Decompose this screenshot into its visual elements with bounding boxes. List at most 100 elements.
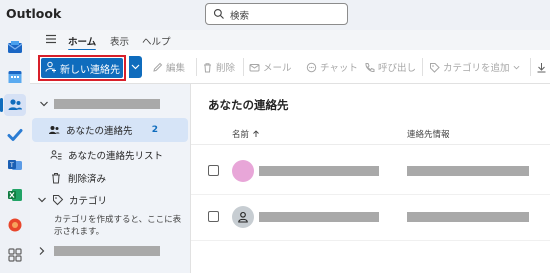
sort-ascending-icon	[253, 130, 259, 137]
rail-office-button[interactable]	[4, 214, 26, 236]
row-checkbox[interactable]	[208, 165, 219, 176]
folder-label: あなたの連絡先リスト	[68, 151, 164, 162]
delete-button[interactable]: 削除	[202, 60, 235, 74]
calendar-app-icon	[8, 71, 22, 83]
table-row[interactable]	[191, 195, 550, 241]
toolbar-separator	[196, 58, 197, 76]
excel-app-icon	[8, 189, 22, 201]
rail-excel-button[interactable]	[4, 184, 26, 206]
folder-label: あなたの連絡先	[66, 126, 133, 137]
contact-list-icon	[50, 150, 62, 160]
rail-people-button[interactable]	[4, 94, 26, 116]
person-icon	[238, 211, 248, 223]
toolbar-separator	[530, 58, 531, 76]
row-checkbox[interactable]	[208, 211, 219, 222]
folder-pane: あなたの連絡先 2 あなたの連絡先リスト 削除済み カテゴリ カテゴリを作成する…	[30, 84, 191, 273]
app-rail: T	[0, 30, 30, 273]
contact-count-badge: 2	[151, 125, 158, 135]
tag-icon	[53, 195, 64, 206]
phone-icon	[365, 62, 375, 72]
categories-header[interactable]: カテゴリ	[30, 188, 191, 212]
new-contact-dropdown[interactable]	[129, 56, 142, 78]
edit-label: 編集	[166, 63, 186, 74]
folder-contact-lists[interactable]: あなたの連絡先リスト	[30, 143, 191, 167]
avatar	[232, 160, 254, 182]
rail-mail-button[interactable]	[4, 36, 26, 58]
avatar	[232, 206, 254, 228]
folder-your-contacts[interactable]: あなたの連絡先 2	[32, 118, 188, 142]
app-title: Outlook	[6, 6, 62, 21]
redacted-contact-info	[407, 212, 529, 222]
download-icon	[537, 62, 546, 72]
office-app-icon	[8, 218, 22, 232]
ribbon-tabs: ホーム 表示 ヘルプ	[30, 30, 550, 51]
toolbar-separator	[243, 58, 244, 76]
second-account-row[interactable]	[30, 239, 191, 263]
chevron-down-icon	[40, 101, 48, 107]
call-button[interactable]: 呼び出し	[364, 60, 416, 74]
folder-label: 削除済み	[68, 174, 107, 185]
column-header-name[interactable]: 名前	[232, 128, 260, 140]
chevron-down-icon	[513, 65, 519, 69]
categories-label: カテゴリ	[69, 196, 108, 207]
page-title: あなたの連絡先	[208, 98, 289, 112]
delete-label: 削除	[216, 63, 236, 74]
add-category-button[interactable]: カテゴリを追加	[429, 60, 523, 74]
table-row[interactable]	[191, 149, 550, 195]
contacts-list-pane: あなたの連絡先 名前 連絡先情報	[191, 84, 550, 273]
chat-icon	[306, 62, 317, 72]
account-row[interactable]	[30, 92, 191, 116]
todo-app-icon	[7, 129, 23, 141]
teams-app-icon: T	[8, 160, 22, 170]
svg-text:T: T	[9, 162, 14, 169]
rail-teams-button[interactable]: T	[4, 154, 26, 176]
toolbar-separator	[422, 58, 423, 76]
mail-button[interactable]: メール	[249, 60, 292, 74]
redacted-contact-name	[259, 166, 379, 176]
call-label: 呼び出し	[378, 63, 417, 74]
tag-icon	[430, 62, 440, 73]
tab-view[interactable]: 表示	[110, 34, 129, 48]
apps-grid-icon	[8, 248, 22, 262]
download-button[interactable]	[536, 60, 550, 74]
rail-active-indicator	[0, 98, 3, 112]
chevron-down-icon	[131, 64, 140, 70]
pencil-icon	[153, 62, 163, 72]
column-header-info[interactable]: 連絡先情報	[407, 128, 450, 140]
title-bar: Outlook 検索	[0, 0, 550, 30]
mail-label: メール	[263, 63, 292, 74]
chat-label: チャット	[320, 63, 358, 74]
redacted-account-name	[54, 99, 160, 109]
folder-deleted[interactable]: 削除済み	[30, 166, 191, 190]
header-divider	[191, 144, 550, 145]
contacts-icon	[49, 126, 60, 134]
rail-apps-button[interactable]	[4, 244, 26, 266]
column-info-label: 連絡先情報	[407, 130, 450, 140]
add-person-icon	[45, 61, 56, 73]
hamburger-menu-icon[interactable]	[45, 33, 57, 45]
chevron-down-icon	[38, 197, 46, 203]
redacted-account-name	[54, 246, 160, 256]
chat-button[interactable]: チャット	[306, 60, 358, 74]
column-name-label: 名前	[232, 130, 250, 140]
rail-todo-button[interactable]	[4, 124, 26, 146]
rail-calendar-button[interactable]	[4, 66, 26, 88]
new-contact-label: 新しい連絡先	[60, 65, 120, 76]
mail-icon	[249, 63, 260, 71]
people-app-icon	[8, 99, 22, 110]
mail-app-icon	[7, 41, 23, 53]
new-contact-button[interactable]: 新しい連絡先	[38, 55, 126, 81]
tab-help[interactable]: ヘルプ	[142, 34, 171, 48]
categories-hint: カテゴリを作成すると、ここに表示されます。	[54, 215, 182, 237]
search-box[interactable]: 検索	[205, 3, 348, 25]
trash-icon	[204, 62, 211, 72]
redacted-contact-info	[407, 166, 529, 176]
edit-button[interactable]: 編集	[152, 60, 185, 74]
search-placeholder: 検索	[230, 11, 250, 22]
chevron-right-icon	[39, 247, 45, 255]
tab-home[interactable]: ホーム	[68, 34, 97, 51]
ribbon-toolbar: 新しい連絡先 編集 削除 メール チャット 呼び出し カテゴリを追加	[30, 50, 550, 84]
redacted-contact-name	[259, 212, 379, 222]
trash-icon	[52, 173, 60, 184]
add-category-label: カテゴリを追加	[443, 63, 510, 74]
